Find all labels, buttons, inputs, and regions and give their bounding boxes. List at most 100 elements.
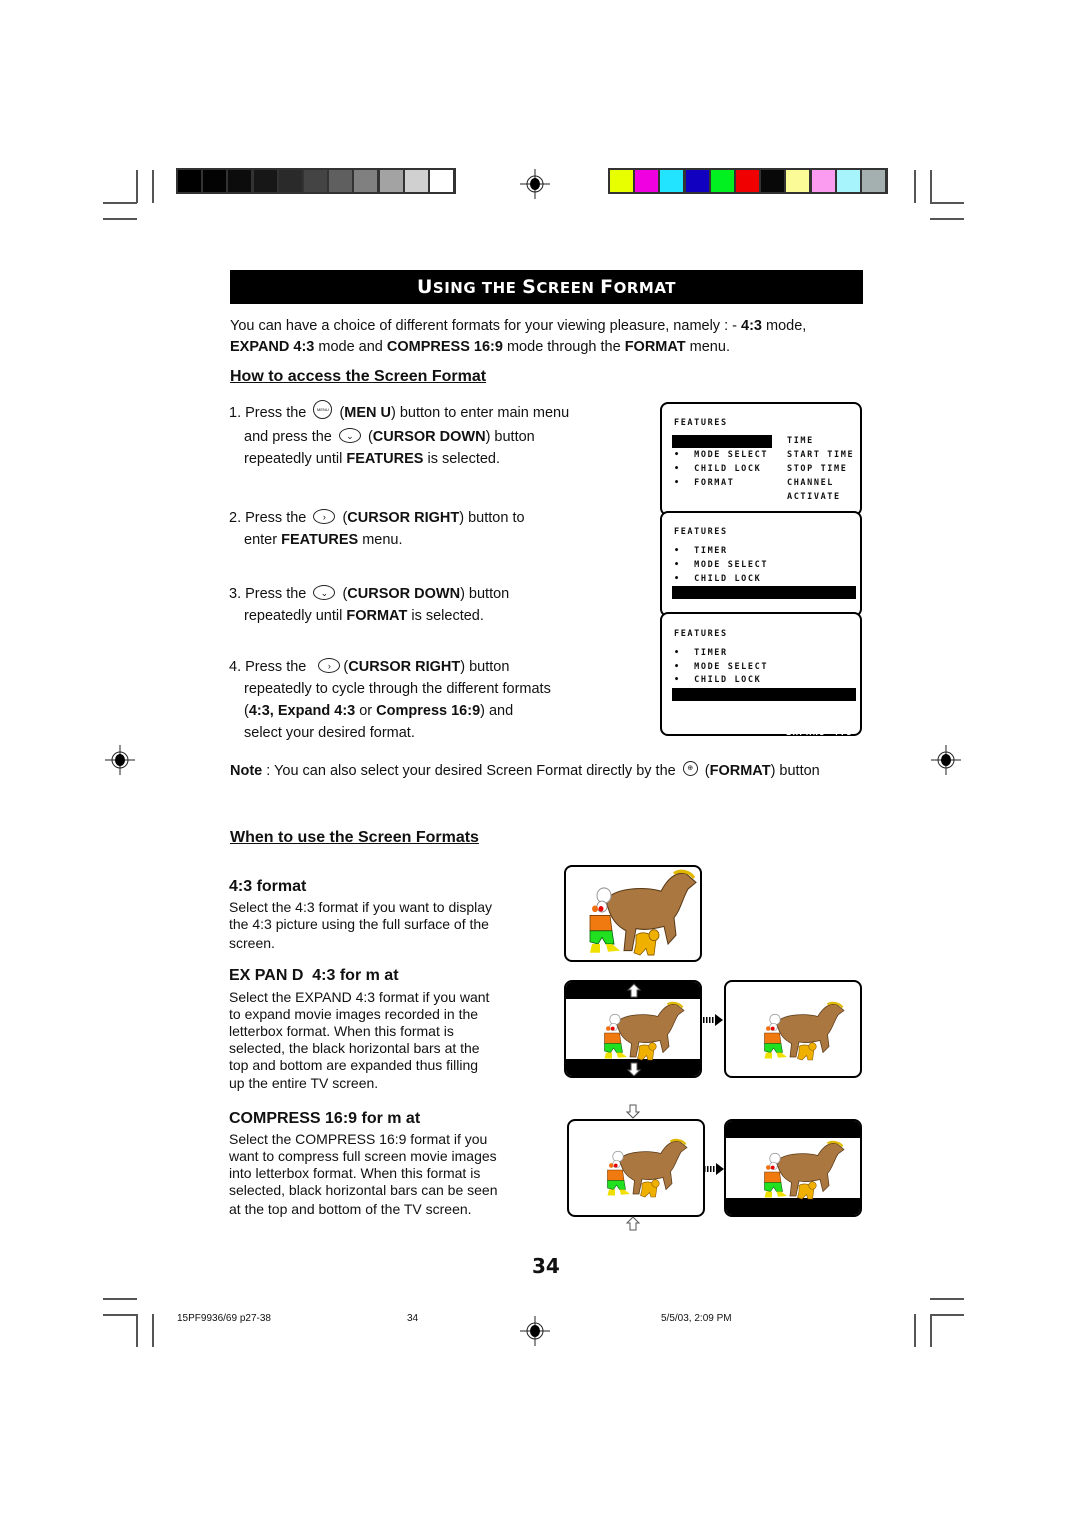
tv-illustration-43	[564, 865, 702, 962]
calibration-swatch	[862, 170, 885, 192]
cartoon-scene-image	[763, 1001, 846, 1062]
text: Compress 16:9	[376, 703, 481, 719]
calibration-swatch	[736, 170, 759, 192]
text: is selected.	[407, 608, 484, 624]
text: CURSOR DOWN	[347, 586, 461, 602]
transition-arrow-icon	[704, 1163, 724, 1175]
cursor-right-icon: ›	[318, 657, 341, 673]
text-line: want to compress full screen movie image…	[229, 1148, 497, 1164]
when-heading: When to use the Screen Formats	[230, 829, 479, 846]
osd-sub-item: TIME	[787, 436, 814, 446]
calibration-swatch	[329, 170, 353, 192]
text: 3. Press the	[229, 586, 307, 602]
text: CURSOR DOWN	[372, 429, 486, 445]
osd-item: • FORMAT	[674, 478, 735, 488]
tv-illustration-compress-before	[567, 1119, 705, 1217]
footer-date: 5/5/03, 2:09 PM	[661, 1313, 732, 1324]
text: 4:3, Expand 4:3	[248, 703, 356, 719]
osd-features-format-expand: FEATURES • TIMER • MODE SELECT • CHILD L…	[660, 612, 862, 738]
page-number: 34	[532, 1254, 560, 1278]
text-line: Select the EXPAND 4:3 format if you want	[229, 989, 490, 1005]
title-part: SING THE	[432, 279, 523, 297]
text: enter	[244, 532, 282, 548]
osd-item-label: CHILD LOCK	[694, 464, 762, 474]
text: mode and	[314, 339, 387, 355]
intro-paragraph: You can have a choice of different forma…	[230, 316, 870, 358]
calibration-swatch	[203, 170, 227, 192]
text: ) button	[770, 763, 820, 779]
osd-selected-row: ⇕▸TIMER	[672, 435, 772, 459]
cartoon-scene-image	[606, 1138, 689, 1199]
osd-item: • TIMER	[674, 648, 728, 658]
calibration-swatch	[430, 170, 453, 192]
text: and press the	[244, 429, 332, 445]
compress-169-title: COMPRESS 16:9 for m at	[229, 1110, 421, 1127]
compress-169-description: Select the COMPRESS 16:9 format if you w…	[229, 1131, 498, 1218]
calibration-swatch	[811, 170, 835, 192]
text: ) button to	[459, 510, 525, 526]
osd-item-label: FORMAT	[714, 702, 755, 712]
text: CURSOR RIGHT	[347, 510, 460, 526]
note-label: Note	[230, 763, 263, 779]
osd-item: • CHILD LOCK	[674, 675, 762, 685]
text: repeatedly until	[244, 451, 347, 467]
calibration-swatch	[379, 170, 403, 192]
osd-selected-row: ◂ FORMAT ◂▸ 4:3	[672, 586, 856, 636]
menu-button-icon: MENU	[313, 399, 333, 419]
osd-features-format-43: FEATURES • TIMER • MODE SELECT • CHILD L…	[660, 511, 862, 636]
osd-item: • MODE SELECT	[674, 662, 769, 672]
calibration-swatch	[761, 170, 785, 192]
text: 4:3	[741, 318, 762, 334]
step-3: 3. Press the ⌄ (CURSOR DOWN) button repe…	[229, 583, 609, 627]
osd-item-label: MODE SELECT	[694, 450, 769, 460]
access-heading: How to access the Screen Format	[230, 368, 487, 385]
calibration-swatch	[635, 170, 659, 192]
osd-title: FEATURES	[674, 418, 728, 428]
step-2: 2. Press the › (CURSOR RIGHT) button to …	[229, 507, 609, 551]
compress-down-arrow-icon	[626, 1104, 640, 1119]
calibration-swatch	[685, 170, 709, 192]
text: 2. Press the	[229, 510, 307, 526]
text: is selected.	[423, 451, 501, 467]
text: ) button	[485, 429, 535, 445]
osd-item-label: TIMER	[694, 648, 728, 658]
osd-item-label: FORMAT	[714, 600, 755, 610]
text: menu.	[685, 339, 730, 355]
text: or	[355, 703, 377, 719]
text-line: up the entire TV screen.	[229, 1075, 379, 1091]
text: menu.	[358, 532, 403, 548]
footer-page: 34	[407, 1313, 419, 1324]
text: select your desired format.	[244, 725, 415, 741]
cursor-down-icon: ⌄	[313, 584, 336, 600]
text: FEATURES	[281, 532, 359, 548]
osd-item-value: EXPAND 4:3	[786, 728, 854, 738]
page-title-banner: USING THE SCREEN FORMAT	[230, 270, 863, 304]
left-arrow-icon: ◂	[700, 702, 715, 712]
text: CURSOR RIGHT	[348, 659, 461, 675]
left-right-arrow-icon: ◂▸	[770, 715, 784, 725]
title-part: CREEN	[536, 279, 601, 297]
osd-item-label: CHILD LOCK	[694, 574, 762, 584]
osd-item-label: TIMER	[694, 546, 728, 556]
registration-mark-top-icon	[520, 169, 550, 199]
text: ) and	[480, 703, 514, 719]
text: FORMAT	[346, 608, 408, 624]
expand-down-arrow-icon	[627, 1062, 641, 1076]
footer-file-name: 15PF9936/69 p27-38	[177, 1313, 271, 1324]
title-part: ORMAT	[613, 279, 677, 297]
text: : You can also select your desired Scree…	[262, 763, 676, 779]
text: ) button	[460, 659, 510, 675]
calibration-swatch	[178, 170, 201, 192]
text: 1. Press the	[229, 405, 307, 421]
title-letter: S	[522, 276, 537, 298]
text-line: top and bottom are expanded thus filling	[229, 1057, 479, 1073]
text-line: selected, black horizontal bars can be s…	[229, 1182, 498, 1198]
expand-up-arrow-icon	[627, 983, 641, 998]
calibration-swatch	[253, 170, 277, 192]
osd-item: • MODE SELECT	[674, 450, 769, 460]
registration-mark-left-icon	[105, 745, 135, 775]
format-button-icon: ⊕	[682, 760, 698, 776]
step-1: 1. Press the MENU (MEN U) button to ente…	[229, 399, 609, 471]
calibration-swatch	[228, 170, 252, 192]
format-note: Note : You can also select your desired …	[230, 760, 890, 782]
